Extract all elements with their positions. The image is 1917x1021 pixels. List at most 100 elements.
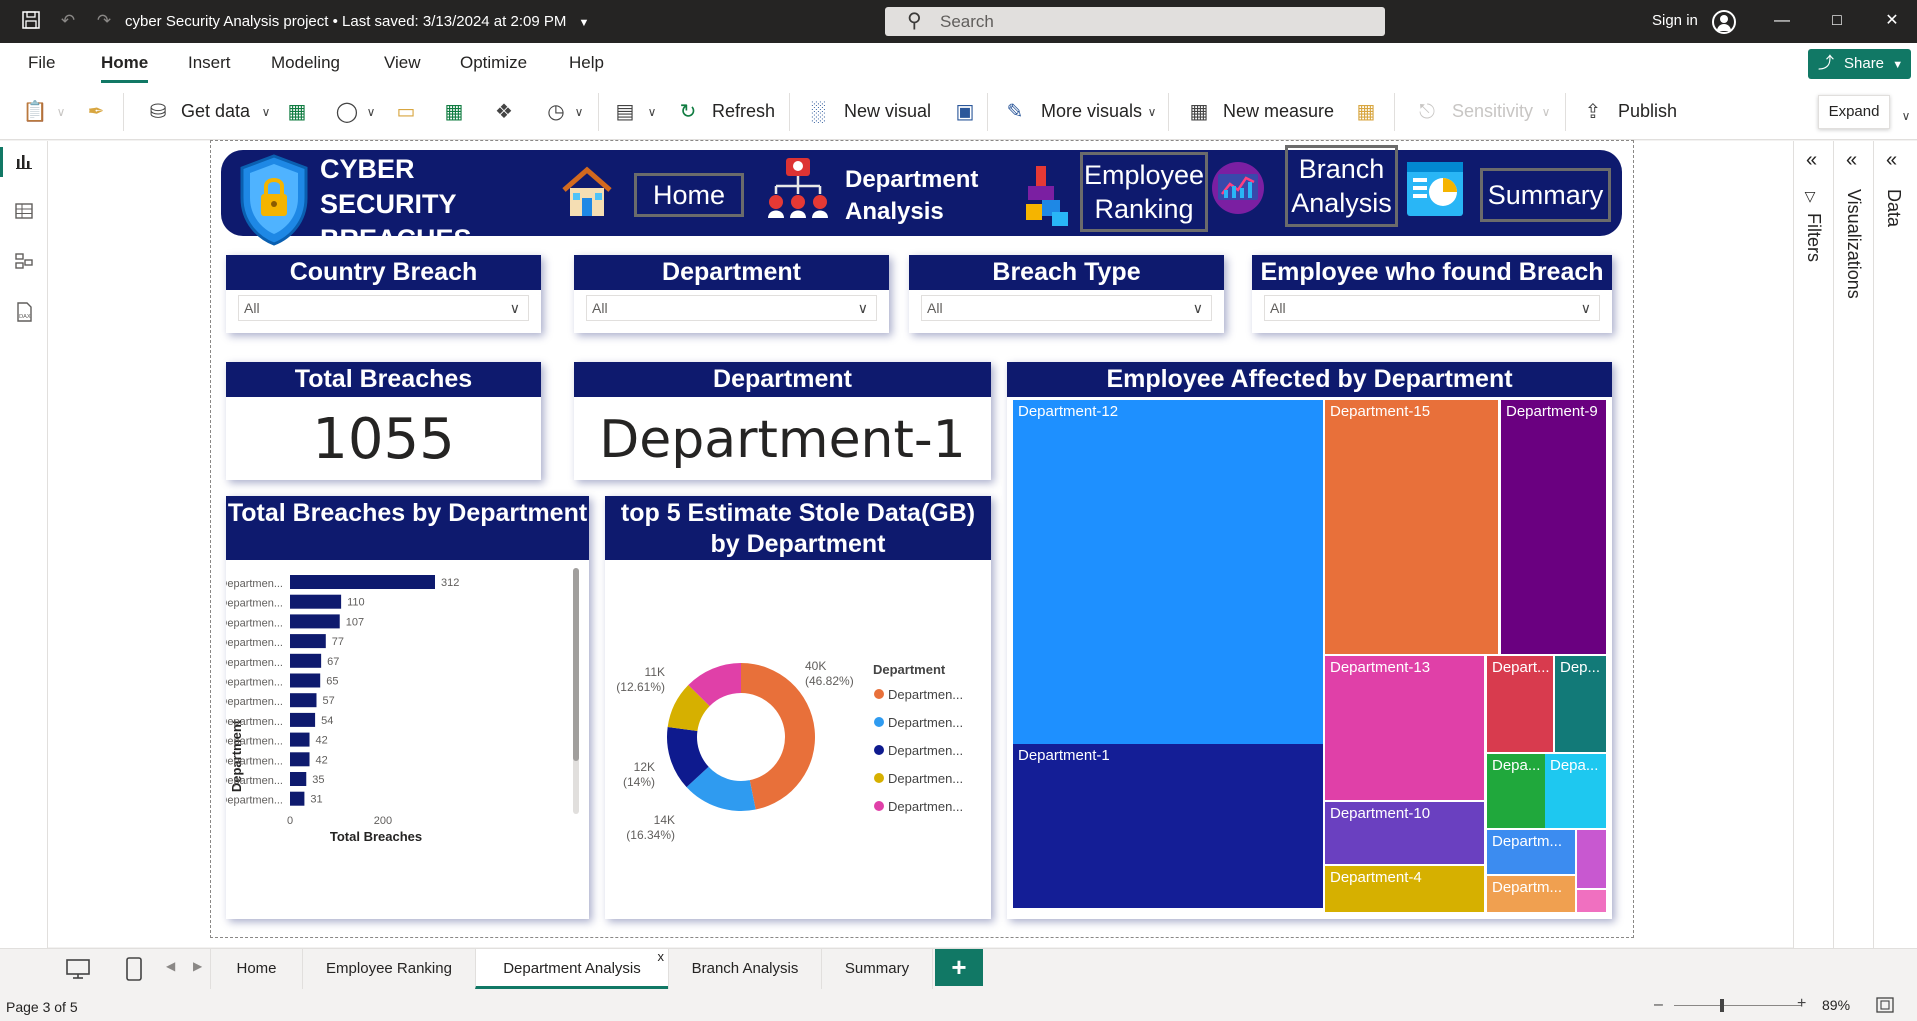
- menu-optimize[interactable]: Optimize: [460, 53, 527, 73]
- nav-branch-analysis-button[interactable]: Branch Analysis: [1285, 145, 1398, 227]
- sql-icon[interactable]: ▭: [393, 99, 419, 125]
- chevron-down-icon[interactable]: ∨: [48, 99, 74, 125]
- chevron-down-icon[interactable]: ∨: [1139, 99, 1165, 125]
- publish-button[interactable]: Publish: [1618, 101, 1677, 122]
- treemap-tile[interactable]: [1577, 830, 1606, 888]
- employee-found-breach-dropdown[interactable]: All ∨: [1264, 295, 1600, 321]
- menu-view[interactable]: View: [384, 53, 421, 73]
- enter-data-icon[interactable]: ▦: [441, 99, 467, 125]
- zoom-in-icon[interactable]: +: [1797, 995, 1806, 1013]
- treemap-tile[interactable]: Department-15: [1325, 400, 1498, 654]
- sign-in-link[interactable]: Sign in: [1652, 12, 1698, 29]
- more-visuals-icon[interactable]: ✎: [1002, 99, 1028, 125]
- treemap-tile[interactable]: Depa...: [1545, 754, 1606, 828]
- treemap-tile[interactable]: Department-10: [1325, 802, 1484, 864]
- document-title[interactable]: cyber Security Analysis project • Last s…: [125, 13, 589, 30]
- get-data-button[interactable]: Get data: [181, 101, 250, 122]
- nav-department-label[interactable]: Department Analysis: [845, 164, 1015, 228]
- quick-measure-icon[interactable]: ▦: [1353, 99, 1379, 125]
- transform-data-icon[interactable]: ▤: [612, 99, 638, 125]
- visualizations-pane[interactable]: « Visualizations: [1833, 141, 1873, 948]
- treemap-tile[interactable]: Depart...: [1487, 656, 1553, 752]
- add-page-button[interactable]: +: [935, 949, 983, 986]
- tab-summary[interactable]: Summary: [821, 949, 933, 989]
- nav-home-button[interactable]: Home: [634, 173, 744, 217]
- zoom-out-icon[interactable]: –: [1654, 996, 1663, 1014]
- excel-icon[interactable]: ▦: [284, 99, 310, 125]
- treemap-tile[interactable]: Dep...: [1555, 656, 1606, 752]
- table-view-icon[interactable]: [13, 201, 35, 223]
- avatar-icon[interactable]: [1712, 10, 1736, 34]
- zoom-slider[interactable]: [1674, 1005, 1802, 1006]
- treemap-tile[interactable]: Depa...: [1487, 754, 1545, 828]
- close-tab-icon[interactable]: x: [658, 937, 665, 977]
- model-view-icon[interactable]: [13, 251, 35, 273]
- share-button[interactable]: ⤴ Share ▼: [1808, 49, 1911, 79]
- refresh-button[interactable]: Refresh: [712, 101, 775, 122]
- new-visual-icon[interactable]: ░: [805, 99, 831, 125]
- chevrons-left-icon[interactable]: «: [1846, 149, 1857, 172]
- desktop-layout-icon[interactable]: [64, 957, 92, 981]
- refresh-icon[interactable]: ↻: [675, 99, 701, 125]
- data-pane[interactable]: « Data: [1873, 141, 1917, 948]
- menu-help[interactable]: Help: [569, 53, 604, 73]
- treemap-tile[interactable]: Departm...: [1487, 876, 1575, 912]
- paste-icon[interactable]: 📋: [22, 99, 48, 125]
- save-icon[interactable]: [20, 10, 42, 32]
- minimize-icon[interactable]: —: [1772, 11, 1792, 31]
- format-painter-icon[interactable]: ✒: [83, 99, 109, 125]
- menu-insert[interactable]: Insert: [188, 53, 231, 73]
- department-dropdown[interactable]: All ∨: [586, 295, 877, 321]
- report-view-icon[interactable]: [0, 147, 35, 177]
- new-measure-button[interactable]: New measure: [1223, 101, 1334, 122]
- treemap-tile[interactable]: Departm...: [1487, 830, 1575, 874]
- tab-branch-analysis[interactable]: Branch Analysis: [668, 949, 821, 989]
- text-box-icon[interactable]: ▣: [952, 99, 978, 125]
- menu-file[interactable]: File: [28, 53, 55, 73]
- nav-employee-ranking-button[interactable]: Employee Ranking: [1080, 152, 1208, 232]
- country-breach-dropdown[interactable]: All ∨: [238, 295, 529, 321]
- search-input[interactable]: ⚲ Search: [885, 7, 1385, 36]
- scroll-left-icon[interactable]: ◀: [166, 959, 175, 973]
- redo-icon[interactable]: ↷: [93, 10, 115, 32]
- more-visuals-button[interactable]: More visuals: [1041, 101, 1142, 122]
- dataflow-icon[interactable]: ❖: [491, 99, 517, 125]
- chevron-down-icon[interactable]: ∨: [1893, 103, 1917, 129]
- filters-pane[interactable]: « ▽ Filters: [1793, 141, 1833, 948]
- treemap-tile[interactable]: Department-13: [1325, 656, 1484, 800]
- undo-icon[interactable]: ↶: [57, 10, 79, 32]
- new-visual-button[interactable]: New visual: [844, 101, 931, 122]
- publish-icon[interactable]: ⇪: [1580, 99, 1606, 125]
- nav-summary-button[interactable]: Summary: [1480, 168, 1611, 222]
- close-icon[interactable]: ✕: [1882, 11, 1902, 31]
- tab-department-analysis[interactable]: Department Analysis x: [475, 949, 668, 989]
- dataverse-icon[interactable]: ◯: [334, 99, 360, 125]
- scroll-right-icon[interactable]: ▶: [193, 959, 202, 973]
- treemap-tile[interactable]: Department-12: [1013, 400, 1323, 744]
- menu-home[interactable]: Home: [101, 53, 149, 83]
- chevron-down-icon[interactable]: ∨: [566, 99, 592, 125]
- chevron-down-icon[interactable]: ∨: [253, 99, 279, 125]
- treemap-tile[interactable]: Department-9: [1501, 400, 1606, 654]
- chevron-down-icon[interactable]: ∨: [639, 99, 665, 125]
- treemap-tile[interactable]: [1577, 890, 1606, 912]
- chevrons-left-icon[interactable]: «: [1806, 149, 1817, 172]
- zoom-slider-thumb[interactable]: [1720, 999, 1724, 1012]
- tab-home[interactable]: Home: [210, 949, 302, 989]
- chevron-down-icon[interactable]: ∨: [358, 99, 384, 125]
- breach-type-dropdown[interactable]: All ∨: [921, 295, 1212, 321]
- tab-employee-ranking[interactable]: Employee Ranking: [302, 949, 475, 989]
- data-pane-label: Data: [1884, 189, 1904, 228]
- calculator-icon[interactable]: ▦: [1186, 99, 1212, 125]
- treemap-tile[interactable]: Department-4: [1325, 866, 1484, 912]
- chevrons-left-icon[interactable]: «: [1886, 149, 1897, 172]
- treemap-tile[interactable]: Department-1: [1013, 744, 1323, 908]
- database-icon[interactable]: ⛁: [145, 99, 171, 125]
- menu-modeling[interactable]: Modeling: [271, 53, 340, 73]
- zoom-level[interactable]: 89%: [1822, 997, 1850, 1013]
- mobile-layout-icon[interactable]: [124, 956, 144, 982]
- fit-to-page-icon[interactable]: [1876, 997, 1894, 1013]
- chevron-down-icon[interactable]: ▼: [579, 17, 590, 29]
- dax-query-icon[interactable]: DAX: [13, 301, 35, 323]
- maximize-icon[interactable]: □: [1827, 11, 1847, 31]
